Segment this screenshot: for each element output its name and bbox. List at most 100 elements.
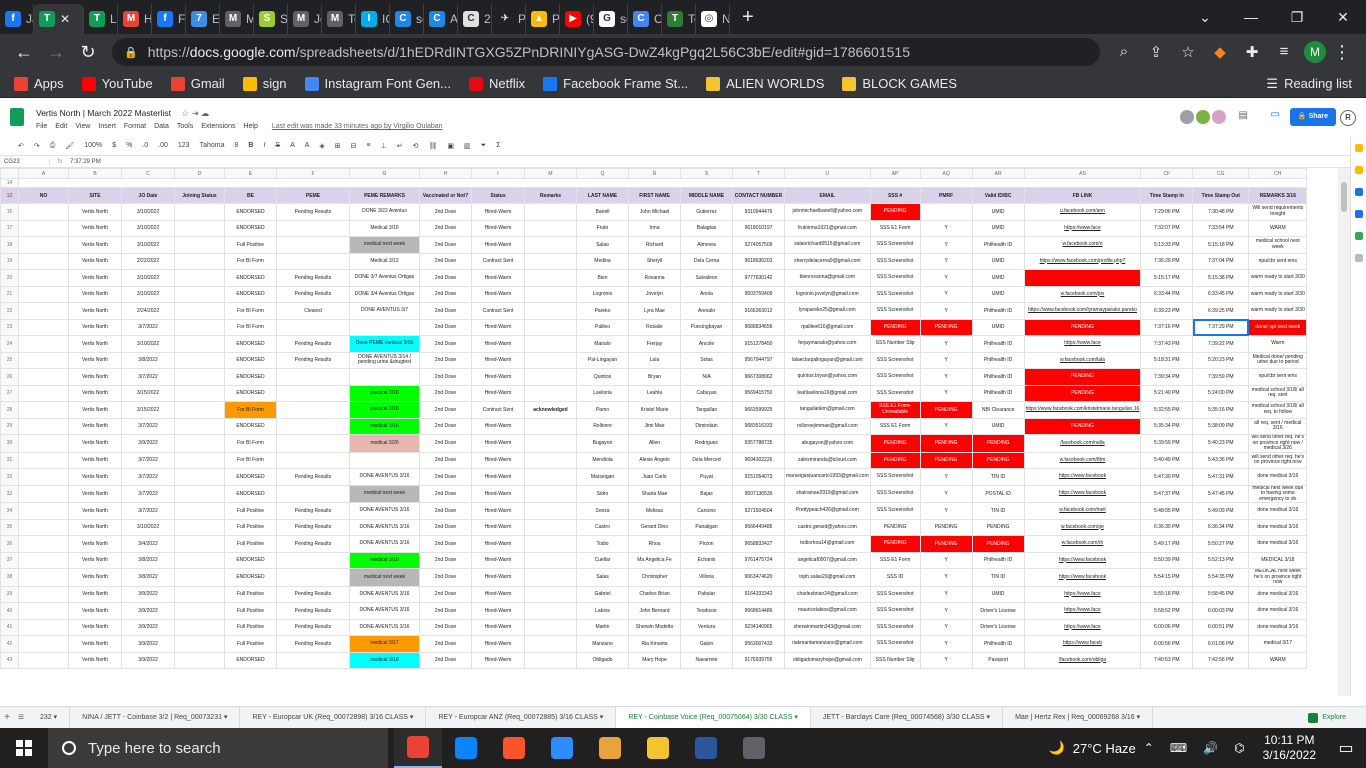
- table-cell[interactable]: 6:00:03 PM: [1192, 602, 1250, 620]
- table-cell[interactable]: PENDING: [869, 203, 921, 221]
- table-cell[interactable]: ENDORSED: [224, 203, 277, 221]
- table-cell[interactable]: [174, 401, 225, 419]
- table-cell[interactable]: SSS Screenshot: [869, 635, 921, 653]
- table-cell[interactable]: 7:39:34 PM: [1140, 368, 1194, 386]
- table-cell[interactable]: DONE AVENTUS 3/16: [349, 518, 420, 536]
- table-cell[interactable]: [276, 252, 350, 270]
- table-cell[interactable]: 2nd Dose: [419, 203, 472, 221]
- table-cell[interactable]: johnmichaelbanell@yahoo.com: [784, 203, 871, 221]
- table-cell[interactable]: 5:49:09 PM: [1192, 502, 1250, 520]
- table-cell[interactable]: medical school next week: [1248, 236, 1308, 254]
- table-cell[interactable]: Vertis North: [68, 568, 122, 587]
- sheet-tab[interactable]: REY - Coinbase Voice (Req_00075064) 3/30…: [616, 706, 811, 729]
- table-cell[interactable]: Philhealth ID: [971, 335, 1025, 353]
- table-cell[interactable]: Y: [919, 335, 973, 353]
- table-cell[interactable]: 3/9/2022: [121, 585, 175, 603]
- row-number[interactable]: 17: [0, 219, 19, 237]
- column-title[interactable]: CONTACT NUMBER: [732, 187, 785, 204]
- table-cell[interactable]: Y: [919, 602, 973, 620]
- taskbar-app-app[interactable]: [586, 728, 634, 768]
- url-input[interactable]: 🔒 https://docs.google.com/spreadsheets/d…: [112, 38, 1100, 66]
- table-cell[interactable]: 2nd Dose: [419, 219, 472, 237]
- table-cell[interactable]: Vertis North: [68, 502, 122, 520]
- table-cell[interactable]: Juan Carlo: [628, 468, 681, 486]
- table-cell[interactable]: [18, 335, 69, 353]
- table-cell[interactable]: [276, 451, 350, 469]
- table-cell[interactable]: [18, 451, 69, 469]
- table-cell[interactable]: 9694302226: [732, 451, 785, 469]
- table-cell[interactable]: Manzano: [576, 635, 629, 653]
- table-cell[interactable]: 9151278450: [732, 335, 785, 353]
- table-cell[interactable]: 2nd Dose: [419, 502, 472, 520]
- table-cell[interactable]: Y: [919, 219, 973, 237]
- table-cell[interactable]: 7:39:59 PM: [1192, 368, 1250, 386]
- table-cell[interactable]: Roxanna: [628, 269, 681, 287]
- row-number[interactable]: 16: [0, 203, 19, 221]
- table-cell[interactable]: 7:33:54 PM: [1192, 219, 1250, 237]
- table-cell[interactable]: PENDING: [869, 451, 921, 469]
- table-cell[interactable]: PENDING: [971, 535, 1025, 553]
- table-cell[interactable]: 2nd Dose: [419, 585, 472, 603]
- column-header[interactable]: CF: [1140, 168, 1194, 179]
- table-cell[interactable]: Bajas: [680, 484, 733, 503]
- table-cell[interactable]: 5:15:17 PM: [1140, 269, 1194, 287]
- table-cell[interactable]: [276, 417, 350, 435]
- row-number[interactable]: 32: [0, 468, 19, 486]
- table-cell[interactable]: 3/7/2022: [121, 502, 175, 520]
- table-cell[interactable]: Vertis North: [68, 351, 122, 369]
- bookmark-item[interactable]: ALIEN WORLDS: [706, 76, 824, 91]
- merge-icon[interactable]: ⊟: [351, 142, 357, 150]
- table-cell[interactable]: 6:01:06 PM: [1192, 635, 1250, 653]
- table-cell[interactable]: Hired-Warm: [471, 351, 525, 369]
- row-number[interactable]: 25: [0, 351, 19, 369]
- add-on-icon[interactable]: [1354, 254, 1363, 262]
- table-cell[interactable]: Hired-Warm: [471, 417, 525, 435]
- table-cell[interactable]: 3/7/2022: [121, 451, 175, 469]
- table-cell[interactable]: DONE 3/7 Aventus Ortigas: [349, 269, 420, 287]
- table-cell[interactable]: 2/22/2022: [121, 252, 175, 270]
- row-number[interactable]: 21: [0, 285, 19, 303]
- table-cell[interactable]: https://www.facebook: [1023, 551, 1142, 569]
- table-cell[interactable]: [174, 351, 225, 369]
- table-cell[interactable]: Driver's License: [971, 618, 1025, 636]
- table-cell[interactable]: w.facebook.com/ri: [1023, 236, 1142, 254]
- table-cell[interactable]: DONE 3/22 Aventus: [349, 203, 420, 221]
- browser-tab[interactable]: M Te: [322, 4, 356, 34]
- table-cell[interactable]: [524, 335, 577, 353]
- table-cell[interactable]: Hired-Warm: [471, 318, 525, 336]
- share-icon[interactable]: ⇪: [1140, 43, 1172, 61]
- table-cell[interactable]: Bien: [576, 269, 629, 287]
- table-cell[interactable]: angelicaf0007@gmail.com: [784, 551, 871, 569]
- table-cell[interactable]: Pending Results: [276, 335, 350, 353]
- table-cell[interactable]: Full Positive: [224, 602, 277, 620]
- table-cell[interactable]: 7:39:22 PM: [1192, 335, 1250, 353]
- table-cell[interactable]: [18, 236, 69, 254]
- table-cell[interactable]: WARM: [1248, 651, 1308, 669]
- table-cell[interactable]: [18, 368, 69, 386]
- table-cell[interactable]: 5:35:34 PM: [1140, 417, 1194, 435]
- table-cell[interactable]: Marseigan: [576, 468, 629, 486]
- table-cell[interactable]: [524, 468, 577, 486]
- table-cell[interactable]: Vertis North: [68, 518, 122, 536]
- row-number[interactable]: 24: [0, 335, 19, 353]
- table-cell[interactable]: Christopher: [628, 568, 681, 587]
- table-cell[interactable]: w.facebook.com/ge: [1023, 518, 1142, 536]
- table-cell[interactable]: 3/9/2022: [121, 434, 175, 453]
- forward-button[interactable]: →: [40, 42, 72, 63]
- table-cell[interactable]: 5:52:13 PM: [1192, 551, 1250, 569]
- table-cell[interactable]: 9667308062: [732, 368, 785, 386]
- taskbar-app-word[interactable]: [682, 728, 730, 768]
- tray-chevron-icon[interactable]: ⌃: [1144, 741, 1154, 755]
- table-cell[interactable]: Jovelyn: [628, 285, 681, 303]
- column-title[interactable]: Time Stamp In: [1140, 187, 1194, 204]
- table-cell[interactable]: Y: [919, 252, 973, 270]
- table-cell[interactable]: 9761475724: [732, 551, 785, 569]
- table-cell[interactable]: Vertis North: [68, 285, 122, 303]
- table-cell[interactable]: Lala: [628, 351, 681, 369]
- table-cell[interactable]: [276, 401, 350, 419]
- table-cell[interactable]: Prettypeach426@gmail.com: [784, 502, 871, 520]
- table-cell[interactable]: PENDING: [919, 401, 973, 419]
- table-cell[interactable]: sherwinmartin343@gmail.com: [784, 618, 871, 636]
- table-cell[interactable]: Pending Results: [276, 585, 350, 603]
- table-cell[interactable]: Mendiola: [576, 451, 629, 469]
